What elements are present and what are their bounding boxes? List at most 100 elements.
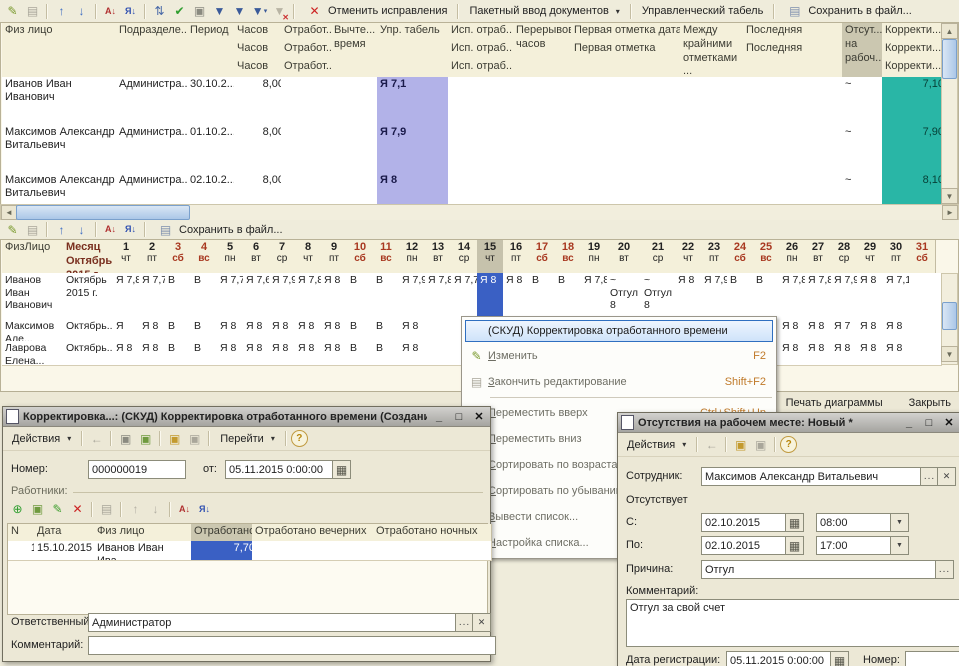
day-header-15[interactable]: 15чт (477, 240, 504, 274)
maximize-button[interactable] (921, 417, 937, 429)
grid1-cell-pereryv[interactable] (513, 77, 578, 128)
batch-input-button[interactable]: Пакетный ввод документов (463, 3, 625, 19)
document-icon[interactable]: ▣ (185, 430, 204, 447)
day-header-17[interactable]: 17сб (529, 240, 556, 274)
grid1-cell-chasov[interactable]: 8,00 (234, 77, 288, 128)
grid1-cell-last[interactable] (743, 173, 849, 206)
move-down-icon[interactable]: ↓ (72, 3, 91, 20)
print-diagram-button[interactable]: Печать диаграммы (778, 395, 891, 411)
document-icon[interactable]: ▣ (751, 436, 770, 453)
sort-ascending-icon[interactable]: А↓ (175, 501, 194, 518)
move-down-icon[interactable]: ↓ (146, 501, 165, 518)
pencil-icon[interactable]: ✎ (467, 348, 486, 365)
filter-icon[interactable]: ▼ (210, 3, 229, 20)
chevron-down-icon[interactable] (890, 536, 909, 555)
restructure-icon[interactable]: ⇅ (150, 3, 169, 20)
post-document-icon[interactable]: ✔ (170, 3, 189, 20)
number-field[interactable]: 000000019 (88, 460, 186, 479)
responsible-field[interactable]: Администратор (88, 613, 462, 632)
clear-filter-icon[interactable]: ▼✕ (270, 3, 289, 20)
workers-table-cell[interactable]: Иванов Иван Ива... (94, 541, 198, 561)
grid2-cell-month[interactable]: Октябрь 2015 г. (63, 273, 120, 322)
day-header-27[interactable]: 27вт (805, 240, 832, 274)
day-header-7[interactable]: 7ср (269, 240, 296, 274)
grid1-cell-korr[interactable]: 8,10 (882, 173, 948, 206)
grid1-cell-podr[interactable]: Администра... (116, 125, 194, 176)
grid1-cell-fiz[interactable]: Максимов Александр Витальевич (2, 125, 123, 176)
grid1-cell-korr[interactable]: 7,90 (882, 125, 948, 176)
create-based-on-icon[interactable]: ▣ (165, 430, 184, 447)
day-header-3[interactable]: 3сб (165, 240, 192, 274)
grid1-cell-first[interactable] (571, 125, 687, 176)
grid1-cell-podr[interactable]: Администра... (116, 173, 194, 206)
day-header-13[interactable]: 13вт (425, 240, 452, 274)
grid1-cell-isp[interactable] (448, 77, 520, 128)
day-header-2[interactable]: 2пт (139, 240, 166, 274)
grid1-cell-period[interactable]: 30.10.2... (187, 77, 241, 128)
calendar-icon[interactable] (332, 460, 351, 479)
move-down-icon[interactable]: ↓ (72, 221, 91, 238)
employee-field[interactable]: Максимов Александр Витальевич (701, 467, 927, 486)
grid1-cell-last[interactable] (743, 77, 849, 128)
grid1-cell-last[interactable] (743, 125, 849, 176)
day-header-4[interactable]: 4вс (191, 240, 218, 274)
edit-icon[interactable]: ✎ (3, 221, 22, 238)
create-based-on-icon[interactable]: ▣ (731, 436, 750, 453)
day-header-18[interactable]: 18вс (555, 240, 582, 274)
day-header-24[interactable]: 24сб (727, 240, 754, 274)
copy-icon[interactable]: ▣ (190, 3, 209, 20)
day-header-31[interactable]: 31сб (909, 240, 936, 274)
move-up-icon[interactable]: ↑ (126, 501, 145, 518)
grid1-cell-pereryv[interactable] (513, 173, 578, 206)
grid1-cell-isp[interactable] (448, 125, 520, 176)
comment-textarea[interactable]: Отгул за свой счет (626, 599, 959, 647)
grid1-header-pereryv[interactable]: Перерывов часов (513, 23, 578, 80)
scroll-up-icon[interactable]: ▲ (941, 23, 958, 39)
day-header-29[interactable]: 29чт (857, 240, 884, 274)
help-icon[interactable]: ? (780, 436, 797, 453)
registration-date-field[interactable]: 05.11.2015 0:00:00 (726, 651, 837, 666)
clear-icon[interactable] (937, 467, 956, 486)
grid1-header-between[interactable]: Между крайними отметками ... (680, 23, 750, 80)
day-header-26[interactable]: 26пн (779, 240, 806, 274)
write-arrow-icon[interactable]: ← (87, 430, 106, 447)
grid1-cell-first[interactable] (571, 77, 687, 128)
save-file-icon[interactable]: ▤ (156, 221, 175, 238)
grid1-cell-fiz[interactable]: Максимов Александр Витальевич (2, 173, 123, 206)
number-field[interactable] (905, 651, 959, 666)
chevron-down-icon[interactable] (890, 513, 909, 532)
workers-table-cell[interactable]: 7,70 (191, 541, 259, 561)
save-file-icon[interactable]: ▤ (785, 3, 804, 20)
workers-table-cell[interactable]: 15.10.2015 (34, 541, 101, 561)
day-header-14[interactable]: 14ср (451, 240, 478, 274)
write-arrow-icon[interactable]: ← (702, 436, 721, 453)
grid1-header-period[interactable]: Период (187, 23, 241, 80)
from-date-field[interactable]: 02.10.2015 (701, 513, 792, 532)
day-header-20[interactable]: 20вт (607, 240, 642, 274)
sort-ascending-icon[interactable]: А↓ (101, 221, 120, 238)
calendar-icon[interactable] (830, 651, 849, 666)
grid1-cell-otrab[interactable] (281, 173, 338, 206)
day-header-11[interactable]: 11вс (373, 240, 400, 274)
grid1-cell-upr[interactable]: Я 8 (377, 173, 455, 206)
day-header-5[interactable]: 5пн (217, 240, 244, 274)
day-header-9[interactable]: 9пт (321, 240, 348, 274)
grid2-cell-fiz[interactable]: Лаврова Елена... (2, 341, 70, 366)
grid1-cell-between[interactable] (680, 77, 750, 128)
day-header-22[interactable]: 22чт (675, 240, 702, 274)
scroll-down-icon[interactable]: ▼ (941, 188, 958, 204)
minimize-button[interactable] (901, 417, 917, 429)
day-cell[interactable] (909, 341, 942, 366)
copy-icon[interactable]: ▣ (116, 430, 135, 447)
grid2-cell-fiz[interactable]: Иванов Иван Иванович (2, 273, 70, 322)
day-header-23[interactable]: 23пт (701, 240, 728, 274)
scroll-thumb[interactable] (16, 205, 190, 220)
sort-ascending-icon[interactable]: А↓ (101, 3, 120, 20)
to-date-field[interactable]: 02.10.2015 (701, 536, 792, 555)
to-time-field[interactable]: 17:00 (816, 536, 897, 555)
grid2-cell-month[interactable]: Октябрь... (63, 341, 120, 366)
day-header-6[interactable]: 6вт (243, 240, 270, 274)
day-header-28[interactable]: 28ср (831, 240, 858, 274)
grid1-cell-between[interactable] (680, 125, 750, 176)
edit-icon[interactable]: ✎ (3, 3, 22, 20)
